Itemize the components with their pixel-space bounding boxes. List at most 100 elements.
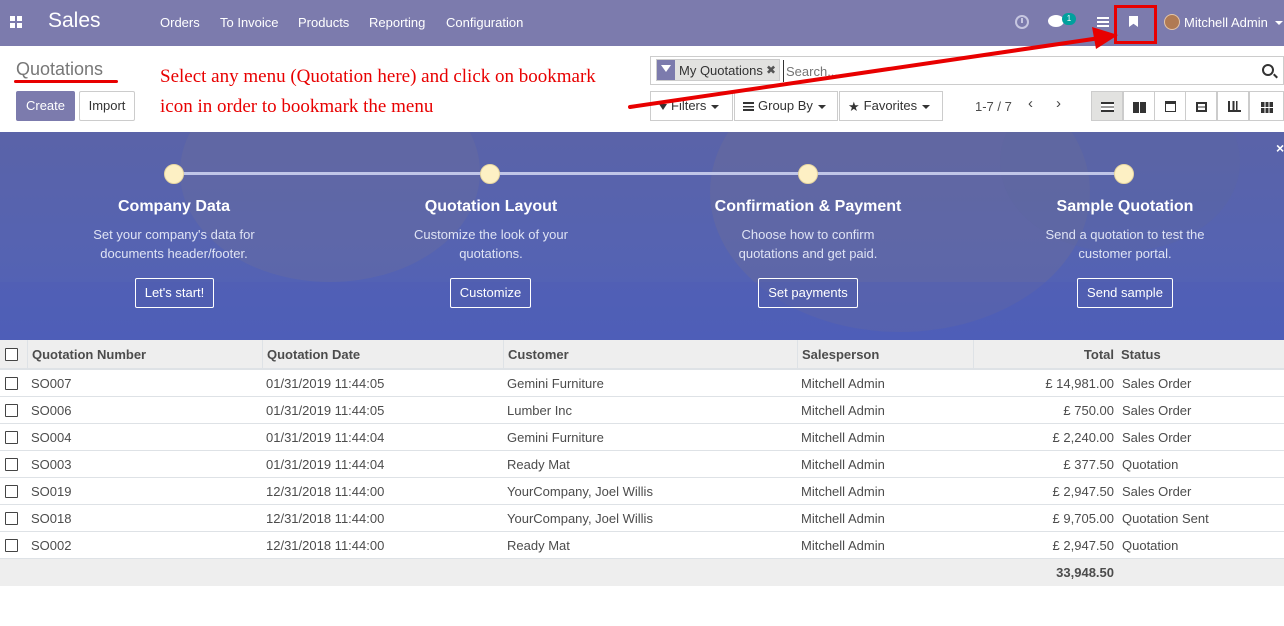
menu-orders[interactable]: Orders xyxy=(160,15,200,30)
cell-customer: Ready Mat xyxy=(507,457,570,472)
hamburger-icon[interactable] xyxy=(1097,17,1109,28)
title-annotation-underline xyxy=(14,80,118,83)
row-checkbox[interactable] xyxy=(5,539,18,552)
facet-label: My Quotations xyxy=(679,63,763,78)
pager-value[interactable]: 1-7 / 7 xyxy=(975,99,1012,114)
calendar-view-button[interactable] xyxy=(1154,91,1186,121)
cell-total: £ 9,705.00 xyxy=(1052,511,1114,526)
cell-quotation-date: 01/31/2019 11:44:05 xyxy=(266,376,385,391)
menu-products[interactable]: Products xyxy=(298,15,349,30)
step-title: Confirmation & Payment xyxy=(714,198,902,215)
cell-salesperson: Mitchell Admin xyxy=(801,403,885,418)
annotation-text-line2: icon in order to bookmark the menu xyxy=(160,96,434,117)
step-company-data: Company Data Set your company's data for… xyxy=(44,198,304,263)
search-icon[interactable] xyxy=(1262,64,1274,76)
grand-total: 33,948.50 xyxy=(1056,565,1114,580)
column-status[interactable]: Status xyxy=(1117,340,1284,370)
cell-quotation-number: SO007 xyxy=(31,376,72,391)
filters-button[interactable]: Filters xyxy=(650,91,733,121)
annotation-text-line1: Select any menu (Quotation here) and cli… xyxy=(160,66,596,87)
cell-salesperson: Mitchell Admin xyxy=(801,430,885,445)
cohort-view-button[interactable] xyxy=(1249,91,1284,121)
search-facet[interactable]: My Quotations ✖ xyxy=(656,59,780,81)
import-button[interactable]: Import xyxy=(79,91,135,121)
customize-button[interactable]: Customize xyxy=(450,278,531,308)
column-quotation-date[interactable]: Quotation Date xyxy=(262,340,504,370)
kanban-view-button[interactable] xyxy=(1123,91,1155,121)
cell-customer: Gemini Furniture xyxy=(507,376,604,391)
select-all-checkbox[interactable] xyxy=(5,348,18,361)
cell-quotation-date: 01/31/2019 11:44:05 xyxy=(266,403,385,418)
cell-quotation-number: SO003 xyxy=(31,457,72,472)
row-checkbox[interactable] xyxy=(5,485,18,498)
activity-clock-icon[interactable] xyxy=(1015,15,1029,29)
menu-reporting[interactable]: Reporting xyxy=(369,15,425,30)
grid-view-icon xyxy=(1261,102,1273,113)
row-checkbox[interactable] xyxy=(5,377,18,390)
pivot-view-button[interactable] xyxy=(1185,91,1217,121)
menu-to-invoice[interactable]: To Invoice xyxy=(220,15,279,30)
table-row[interactable]: SO006 01/31/2019 11:44:05 Lumber Inc Mitche… xyxy=(0,397,1284,424)
apps-grid-icon[interactable] xyxy=(10,16,23,29)
user-name[interactable]: Mitchell Admin xyxy=(1184,15,1268,30)
cell-salesperson: Mitchell Admin xyxy=(801,484,885,499)
table-row[interactable]: SO018 12/31/2018 11:44:00 YourCompany, Joe… xyxy=(0,505,1284,532)
row-checkbox[interactable] xyxy=(5,458,18,471)
search-input[interactable] xyxy=(783,60,1253,82)
cell-quotation-number: SO004 xyxy=(31,430,72,445)
create-button[interactable]: Create xyxy=(16,91,75,121)
column-total[interactable]: Total xyxy=(973,340,1118,370)
cell-customer: Lumber Inc xyxy=(507,403,573,418)
cell-quotation-number: SO019 xyxy=(31,484,72,499)
favorites-button[interactable]: ★ Favorites xyxy=(839,91,943,121)
group-by-button[interactable]: Group By xyxy=(734,91,838,121)
row-checkbox[interactable] xyxy=(5,512,18,525)
filter-funnel-icon xyxy=(659,103,667,110)
cell-status: Quotation Sent xyxy=(1122,511,1209,526)
user-menu-chevron-down-icon[interactable] xyxy=(1275,21,1283,25)
cell-customer: Gemini Furniture xyxy=(507,430,604,445)
table-row[interactable]: SO002 12/31/2018 11:44:00 Ready Mat Mitchel… xyxy=(0,532,1284,559)
cell-customer: YourCompany, Joel Willis xyxy=(507,511,653,526)
app-name: Sales xyxy=(48,9,101,32)
favorites-label: Favorites xyxy=(863,98,918,113)
page-title[interactable]: Quotations xyxy=(16,59,103,80)
step-quotation-layout: Quotation Layout Customize the look of y… xyxy=(361,198,621,263)
cell-customer: YourCompany, Joel Willis xyxy=(507,484,653,499)
table-row[interactable]: SO007 01/31/2019 11:44:05 Gemini Furniture… xyxy=(0,370,1284,397)
cell-total: £ 14,981.00 xyxy=(1045,376,1114,391)
cell-quotation-number: SO006 xyxy=(31,403,72,418)
cell-quotation-date: 12/31/2018 11:44:00 xyxy=(266,511,385,526)
avatar[interactable] xyxy=(1164,14,1180,30)
table-row[interactable]: SO003 01/31/2019 11:44:04 Ready Mat Mitchel… xyxy=(0,451,1284,478)
cell-total: £ 2,947.50 xyxy=(1052,484,1114,499)
facet-remove-icon[interactable]: ✖ xyxy=(766,63,776,77)
cell-salesperson: Mitchell Admin xyxy=(801,376,885,391)
row-checkbox[interactable] xyxy=(5,404,18,417)
menu-configuration[interactable]: Configuration xyxy=(446,15,523,30)
table-row[interactable]: SO019 12/31/2018 11:44:00 YourCompany, Joe… xyxy=(0,478,1284,505)
cell-quotation-number: SO018 xyxy=(31,511,72,526)
set-payments-button[interactable]: Set payments xyxy=(758,278,858,308)
cell-salesperson: Mitchell Admin xyxy=(801,538,885,553)
chevron-down-icon xyxy=(817,104,826,109)
row-checkbox[interactable] xyxy=(5,431,18,444)
graph-view-button[interactable] xyxy=(1217,91,1249,121)
calendar-view-icon xyxy=(1165,101,1176,112)
column-salesperson[interactable]: Salesperson xyxy=(797,340,974,370)
step-title: Sample Quotation xyxy=(1056,198,1194,215)
filters-label: Filters xyxy=(671,98,707,113)
list-view-button[interactable] xyxy=(1091,91,1123,121)
column-quotation-number[interactable]: Quotation Number xyxy=(27,340,263,370)
cell-quotation-date: 12/31/2018 11:44:00 xyxy=(266,484,385,499)
pager-next-icon[interactable]: › xyxy=(1056,96,1064,111)
table-row[interactable]: SO004 01/31/2019 11:44:04 Gemini Furniture… xyxy=(0,424,1284,451)
step-confirmation-payment: Confirmation & Payment Choose how to con… xyxy=(678,198,938,263)
step-description: Customize the look of your quotations. xyxy=(414,227,568,261)
lets-start-button[interactable]: Let's start! xyxy=(135,278,214,308)
close-icon[interactable]: × xyxy=(1276,140,1284,156)
cell-total: £ 2,240.00 xyxy=(1052,430,1114,445)
send-sample-button[interactable]: Send sample xyxy=(1077,278,1173,308)
column-customer[interactable]: Customer xyxy=(503,340,798,370)
pager-previous-icon[interactable]: ‹ xyxy=(1028,96,1036,111)
